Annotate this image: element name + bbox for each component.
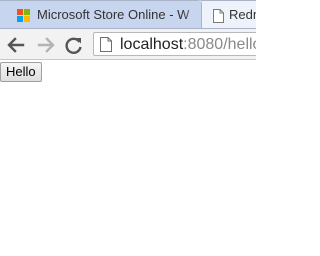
address-path: :8080/hello [183, 36, 256, 53]
page-content: Hello [0, 60, 256, 256]
tab-redmine[interactable]: Redm [198, 0, 256, 28]
forward-arrow-icon[interactable] [35, 35, 57, 55]
tab-title: Microsoft Store Online - W [37, 7, 190, 22]
tab-strip: Microsoft Store Online - W Redm [0, 0, 256, 28]
tab-microsoft-store[interactable]: Microsoft Store Online - W [0, 0, 202, 28]
tab-title: Redm [229, 7, 256, 22]
document-icon [213, 9, 224, 23]
page-icon [100, 37, 112, 52]
reload-icon[interactable] [63, 35, 85, 55]
microsoft-logo-icon [17, 9, 31, 23]
browser-toolbar: localhost:8080/hello [0, 28, 256, 60]
address-text[interactable]: localhost:8080/hello [120, 36, 256, 54]
back-arrow-icon[interactable] [5, 35, 27, 55]
address-host: localhost [120, 36, 184, 53]
hello-button[interactable]: Hello [0, 62, 42, 82]
tab-title-fade [183, 1, 201, 28]
address-bar[interactable]: localhost:8080/hello [93, 32, 256, 56]
browser-window: Microsoft Store Online - W Redm [0, 0, 256, 256]
